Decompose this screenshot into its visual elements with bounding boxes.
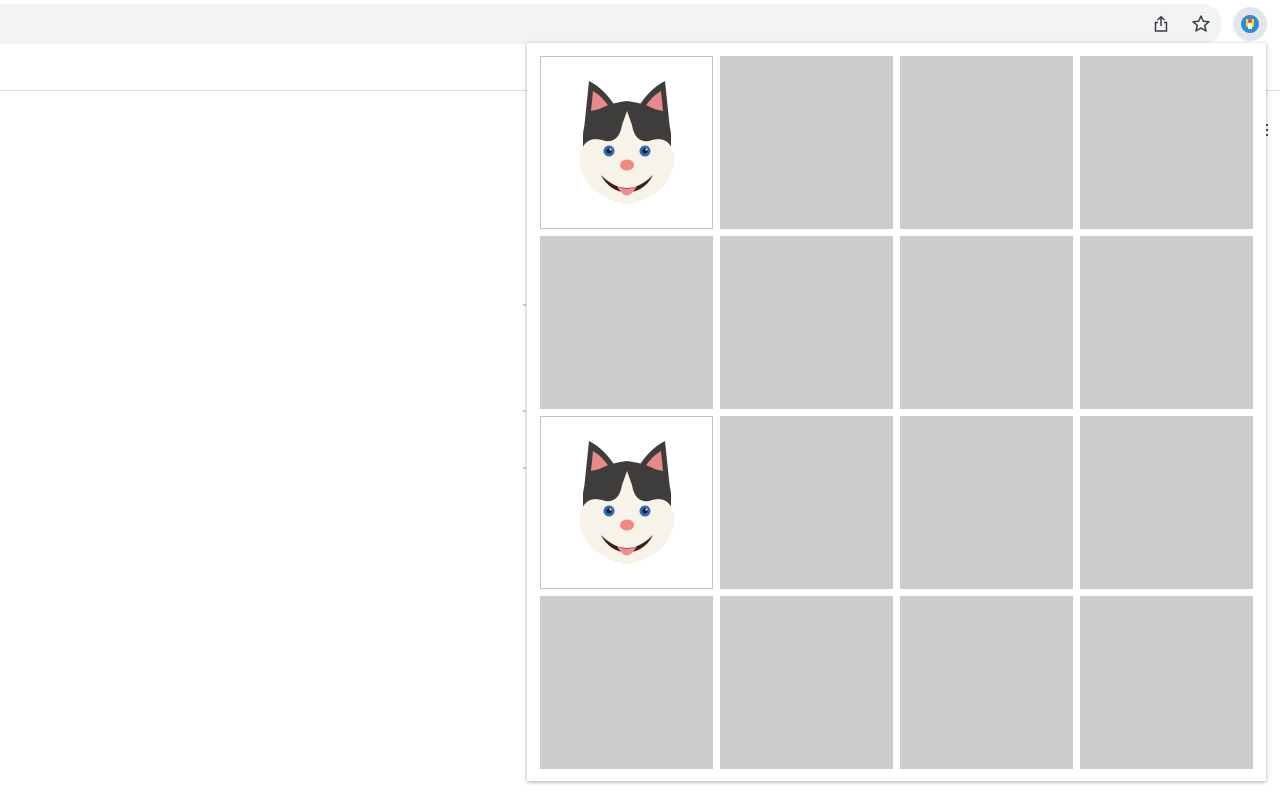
memory-game-extension-icon[interactable]: [1233, 7, 1267, 41]
background-divider: [523, 467, 526, 469]
more-icon: [1266, 124, 1269, 138]
card-hidden[interactable]: [720, 56, 893, 229]
card-hidden[interactable]: [1080, 596, 1253, 769]
background-divider: [523, 410, 526, 412]
card-revealed[interactable]: [540, 416, 713, 589]
background-divider: [523, 304, 526, 306]
card-hidden[interactable]: [720, 236, 893, 409]
card-hidden[interactable]: [1080, 236, 1253, 409]
card-grid: [540, 56, 1253, 769]
card-hidden[interactable]: [540, 236, 713, 409]
card-hidden[interactable]: [900, 56, 1073, 229]
browser-toolbar: [0, 0, 1280, 46]
memory-game-popup: [527, 43, 1266, 781]
share-icon[interactable]: [1147, 10, 1175, 38]
husky-face-icon: [578, 80, 675, 205]
card-hidden[interactable]: [900, 416, 1073, 589]
card-hidden[interactable]: [720, 596, 893, 769]
address-bar[interactable]: [0, 4, 1222, 44]
card-hidden[interactable]: [900, 236, 1073, 409]
card-hidden[interactable]: [540, 596, 713, 769]
husky-face-icon: [578, 440, 675, 565]
card-hidden[interactable]: [900, 596, 1073, 769]
card-hidden[interactable]: [1080, 56, 1253, 229]
card-hidden[interactable]: [1080, 416, 1253, 589]
card-revealed[interactable]: [540, 56, 713, 229]
star-icon[interactable]: [1187, 10, 1215, 38]
card-hidden[interactable]: [720, 416, 893, 589]
